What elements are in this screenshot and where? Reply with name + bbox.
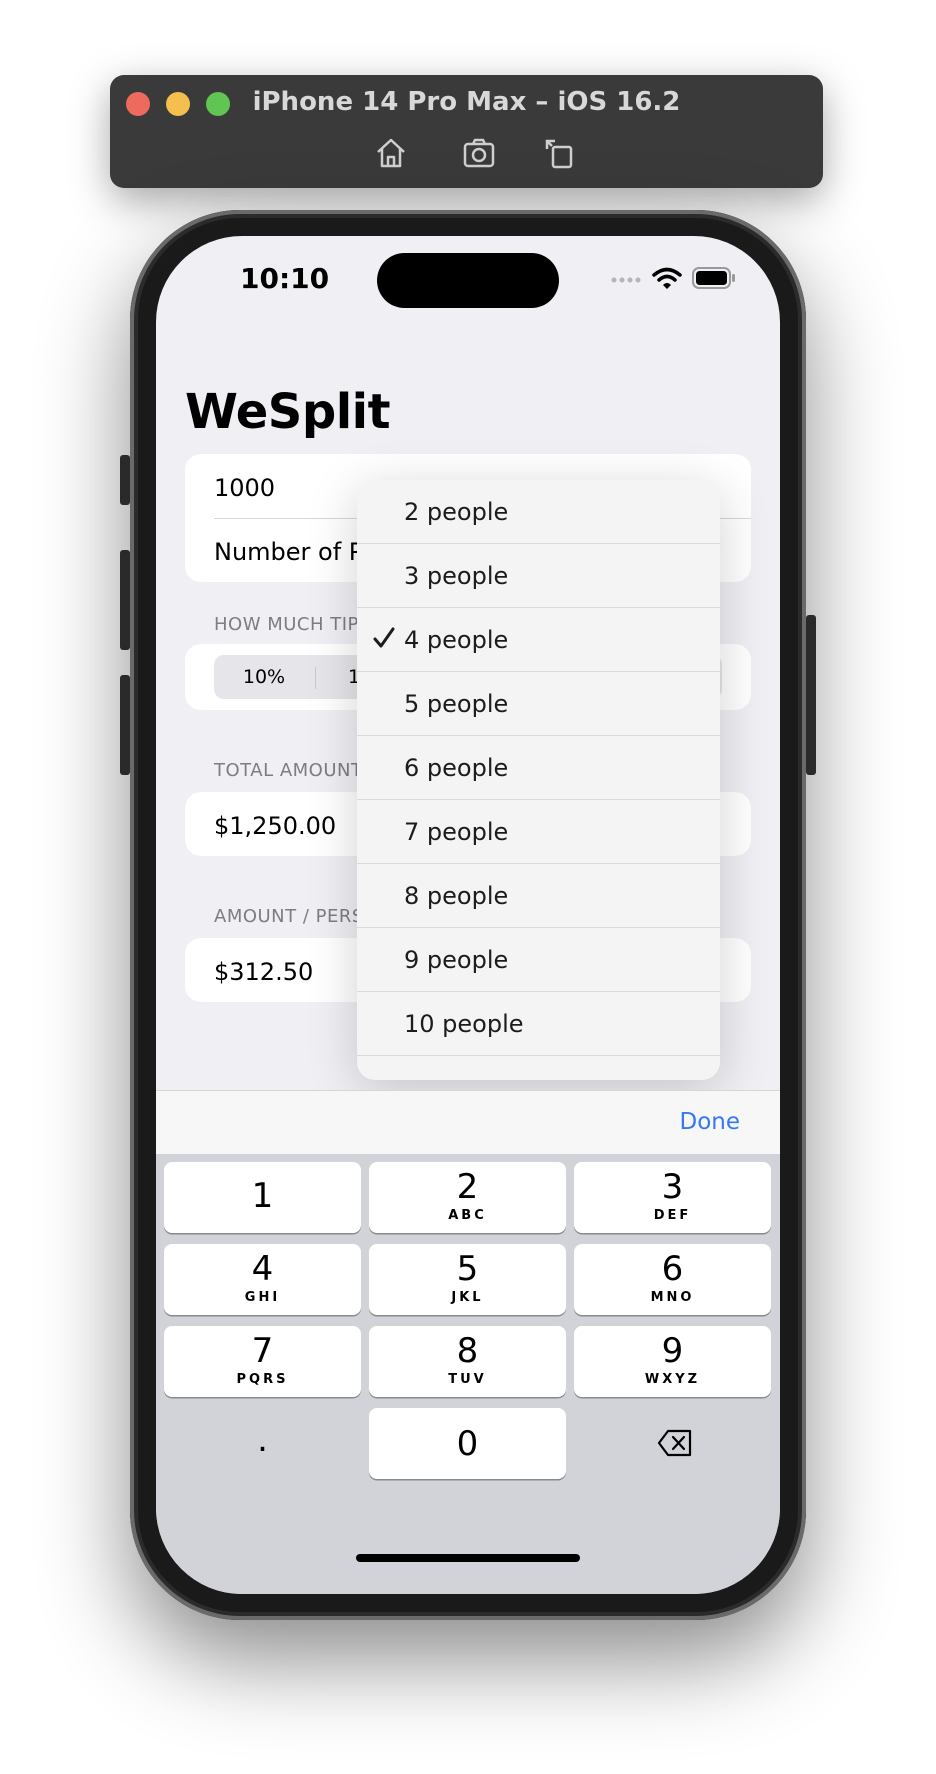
- phone-screen: 10:10 WeSplit 1000 Number of Pe HOW MUCH…: [156, 236, 780, 1594]
- power-button: [806, 615, 816, 775]
- key-2[interactable]: 2 ABC: [369, 1162, 566, 1233]
- rotate-icon[interactable]: [541, 135, 577, 171]
- key-7[interactable]: 7 PQRS: [164, 1326, 361, 1397]
- numeric-keypad: 1 2 ABC 3 DEF 4 GHI 5 JKL 6 MNO 7 PQRS 8…: [156, 1154, 780, 1594]
- menu-item-6-people[interactable]: 6 people: [357, 736, 720, 800]
- per-person-value: $312.50: [214, 958, 314, 986]
- key-3[interactable]: 3 DEF: [574, 1162, 771, 1233]
- page-title: WeSplit: [185, 384, 391, 440]
- cellular-dots-icon: [610, 272, 644, 290]
- simulator-title: iPhone 14 Pro Max – iOS 16.2: [252, 87, 681, 117]
- key-8[interactable]: 8 TUV: [369, 1326, 566, 1397]
- menu-item-10-people[interactable]: 10 people: [357, 992, 720, 1056]
- screenshot-icon[interactable]: [461, 135, 497, 171]
- tip-segment-10[interactable]: 10%: [214, 655, 314, 699]
- menu-item-3-people[interactable]: 3 people: [357, 544, 720, 608]
- volume-up-button: [120, 550, 130, 650]
- dynamic-island: [377, 253, 559, 308]
- simulator-toolbar: iPhone 14 Pro Max – iOS 16.2: [110, 75, 823, 188]
- tip-section-header: HOW MUCH TIP: [214, 614, 359, 635]
- status-time: 10:10: [240, 262, 330, 295]
- delete-icon: [657, 1429, 693, 1462]
- volume-down-button: [120, 675, 130, 775]
- key-6[interactable]: 6 MNO: [574, 1244, 771, 1315]
- key-0[interactable]: 0: [369, 1408, 566, 1479]
- home-indicator: [356, 1554, 580, 1562]
- total-amount-value: $1,250.00: [214, 812, 337, 840]
- key-1[interactable]: 1: [164, 1162, 361, 1233]
- delete-key[interactable]: [574, 1408, 771, 1479]
- wifi-icon: [652, 266, 682, 295]
- key-4[interactable]: 4 GHI: [164, 1244, 361, 1315]
- menu-item-9-people[interactable]: 9 people: [357, 928, 720, 992]
- menu-item-2-people[interactable]: 2 people: [357, 480, 720, 544]
- number-of-people-picker[interactable]: Number of Pe: [214, 538, 377, 566]
- menu-item-8-people[interactable]: 8 people: [357, 864, 720, 928]
- menu-item-5-people[interactable]: 5 people: [357, 672, 720, 736]
- menu-item-4-people[interactable]: 4 people: [357, 608, 720, 672]
- amount-field[interactable]: 1000: [214, 474, 275, 502]
- keyboard-toolbar: Done: [156, 1090, 780, 1155]
- key-5[interactable]: 5 JKL: [369, 1244, 566, 1315]
- mute-switch: [120, 455, 130, 505]
- home-icon[interactable]: [373, 135, 409, 171]
- key-9[interactable]: 9 WXYZ: [574, 1326, 771, 1397]
- menu-item-7-people[interactable]: 7 people: [357, 800, 720, 864]
- battery-icon: [692, 267, 736, 294]
- checkmark-icon: [373, 626, 395, 650]
- status-icons: [610, 266, 736, 295]
- total-section-header: TOTAL AMOUNT: [214, 760, 363, 781]
- people-menu: 2 people 3 people 4 people 5 people 6 pe…: [357, 480, 720, 1080]
- key-decimal[interactable]: .: [164, 1408, 361, 1479]
- per-person-section-header: AMOUNT / PERS: [214, 906, 364, 927]
- done-button[interactable]: Done: [679, 1109, 740, 1135]
